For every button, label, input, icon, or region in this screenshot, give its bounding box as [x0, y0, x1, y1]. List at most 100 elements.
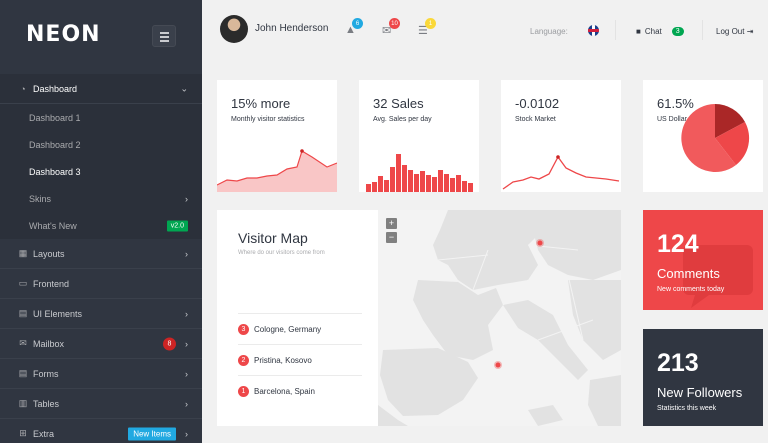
sidebar-item-ui-elements[interactable]: ▤ UI Elements › — [0, 299, 202, 329]
sidebar-item-label: Frontend — [33, 278, 70, 289]
sidebar-item-forms[interactable]: ▤ Forms › — [0, 359, 202, 389]
europe-map[interactable] — [378, 210, 621, 426]
sidebar-subitem-dashboard-1[interactable]: Dashboard 1 — [0, 104, 202, 131]
mail-icon: ✉ — [19, 338, 27, 348]
header-divider — [702, 20, 703, 40]
location-name: Barcelona, Spain — [254, 386, 315, 396]
sidebar-item-label: Tables — [33, 398, 60, 409]
tile-value: 32 Sales — [373, 96, 424, 111]
header-divider — [615, 20, 616, 40]
sidebar-subitem-whats-new[interactable]: What's New v2.0 — [0, 212, 202, 239]
followers-count: 213 — [657, 349, 699, 377]
chevron-right-icon: › — [185, 338, 188, 349]
top-header: John Henderson ▲ 6 ✉ 10 ☰ 1 Language: ■ … — [202, 0, 768, 64]
visitor-sparkline — [217, 149, 337, 192]
sidebar-item-mailbox[interactable]: ✉ Mailbox 8 › — [0, 329, 202, 359]
envelope-icon[interactable]: ✉ 10 — [382, 18, 400, 37]
comments-label: Comments — [657, 266, 720, 281]
followers-label: New Followers — [657, 385, 743, 400]
mailbox-count-badge: 8 — [163, 337, 176, 350]
logo[interactable]: NEON — [26, 22, 101, 47]
chat-button[interactable]: ■ Chat 3 — [636, 27, 684, 36]
chevron-right-icon: › — [185, 308, 188, 319]
tile-value: -0.0102 — [515, 96, 560, 111]
zoom-out-button[interactable]: − — [386, 232, 397, 243]
sidebar-item-label: Extra — [33, 428, 55, 439]
sidebar-item-label: Dashboard 1 — [29, 112, 81, 123]
sidebar-item-layouts[interactable]: ▦ Layouts › — [0, 239, 202, 269]
rank-badge: 2 — [238, 354, 249, 366]
new-items-badge: New Items — [128, 427, 176, 440]
sidebar-item-label: Dashboard 3 — [29, 166, 81, 177]
sidebar-item-extra[interactable]: ⊞ Extra New Items › — [0, 419, 202, 443]
sidebar-item-frontend[interactable]: ▭ Frontend — [0, 269, 202, 299]
sidebar-item-dashboard[interactable]: ◔ Dashboard ⌄ — [0, 74, 202, 104]
location-name: Cologne, Germany — [254, 324, 322, 334]
location-name: Pristina, Kosovo — [254, 355, 312, 365]
chevron-right-icon: › — [185, 248, 188, 259]
chat-bubble-icon: ■ — [636, 27, 641, 36]
chevron-right-icon: › — [185, 368, 188, 379]
sidebar-item-label: Layouts — [33, 248, 65, 259]
comments-count: 124 — [657, 230, 699, 258]
sidebar-item-label: Dashboard 2 — [29, 139, 81, 150]
dollar-share-pie — [681, 104, 750, 172]
rank-badge: 1 — [238, 385, 249, 397]
tile-label: Stock Market — [515, 116, 556, 123]
avatar[interactable] — [220, 15, 248, 43]
tile-value: 15% more — [231, 96, 291, 111]
sidebar-item-label: Skins — [29, 193, 52, 204]
sidebar-item-label: UI Elements — [33, 308, 83, 319]
uk-flag-icon[interactable] — [588, 25, 599, 36]
comments-tile: 124 Comments New comments today — [643, 210, 763, 310]
followers-tile: 213 New Followers Statistics this week — [643, 329, 763, 426]
menu-toggle-button[interactable] — [152, 25, 176, 47]
list-item[interactable]: 1 Barcelona, Spain — [238, 375, 362, 406]
list-item[interactable]: 3 Cologne, Germany — [238, 313, 362, 344]
version-badge: v2.0 — [166, 220, 188, 231]
forms-icon: ▤ — [18, 368, 28, 378]
language-label: Language: — [530, 27, 568, 36]
table-icon: ▥ — [18, 398, 28, 408]
panel-subtitle: Where do our visitors come from — [238, 250, 325, 256]
sidebar: NEON ◔ Dashboard ⌄ Dashboard 1 Dashboard… — [0, 0, 202, 443]
zoom-in-button[interactable]: + — [386, 218, 397, 229]
sidebar-subitem-dashboard-2[interactable]: Dashboard 2 — [0, 131, 202, 158]
sidebar-item-tables[interactable]: ▥ Tables › — [0, 389, 202, 419]
stock-sparkline — [502, 155, 620, 190]
layouts-icon: ▦ — [18, 248, 28, 258]
comments-sub: New comments today — [657, 286, 725, 293]
messages-count-badge: 10 — [389, 18, 400, 29]
basket-icon: ⊞ — [19, 428, 27, 438]
comments-icon — [683, 245, 753, 308]
visitor-map-panel: Visitor Map Where do our visitors come f… — [217, 210, 621, 426]
chevron-right-icon: › — [185, 398, 188, 409]
followers-sub: Statistics this week — [657, 405, 717, 412]
sidebar-item-label: Forms — [33, 368, 59, 379]
logout-button[interactable]: Log Out ⇥ — [716, 27, 753, 36]
alert-icon[interactable]: ▲ 6 — [345, 18, 363, 36]
document-icon: ▤ — [18, 308, 28, 318]
tasks-count-badge: 1 — [425, 18, 436, 29]
sidebar-subitem-skins[interactable]: Skins › — [0, 185, 202, 212]
sales-tile: 32 Sales Avg. Sales per day — [359, 80, 479, 192]
sidebar-item-label: Dashboard — [33, 83, 78, 94]
sidebar-subitem-dashboard-3[interactable]: Dashboard 3 — [0, 158, 202, 185]
location-list: 3 Cologne, Germany 2 Pristina, Kosovo 1 … — [238, 313, 362, 406]
logout-icon: ⇥ — [746, 27, 754, 36]
chevron-down-icon: ⌄ — [180, 83, 188, 93]
dollar-share-tile: 61.5% US Dollar Share — [643, 80, 763, 192]
monitor-icon: ▭ — [18, 278, 28, 288]
sidebar-nav: ◔ Dashboard ⌄ Dashboard 1 Dashboard 2 Da… — [0, 74, 202, 443]
tasks-list-icon[interactable]: ☰ 1 — [418, 18, 436, 37]
visitor-stats-tile: 15% more Monthly visitor statistics — [217, 80, 337, 192]
chevron-right-icon: › — [185, 428, 188, 439]
sidebar-item-label: Mailbox — [33, 338, 65, 349]
username[interactable]: John Henderson — [255, 23, 328, 34]
logout-label: Log Out — [716, 27, 745, 36]
tile-label: Avg. Sales per day — [373, 116, 432, 123]
chat-label: Chat — [644, 27, 662, 36]
rank-badge: 3 — [238, 323, 249, 335]
dashboard-icon: ◔ — [20, 83, 26, 94]
list-item[interactable]: 2 Pristina, Kosovo — [238, 344, 362, 375]
